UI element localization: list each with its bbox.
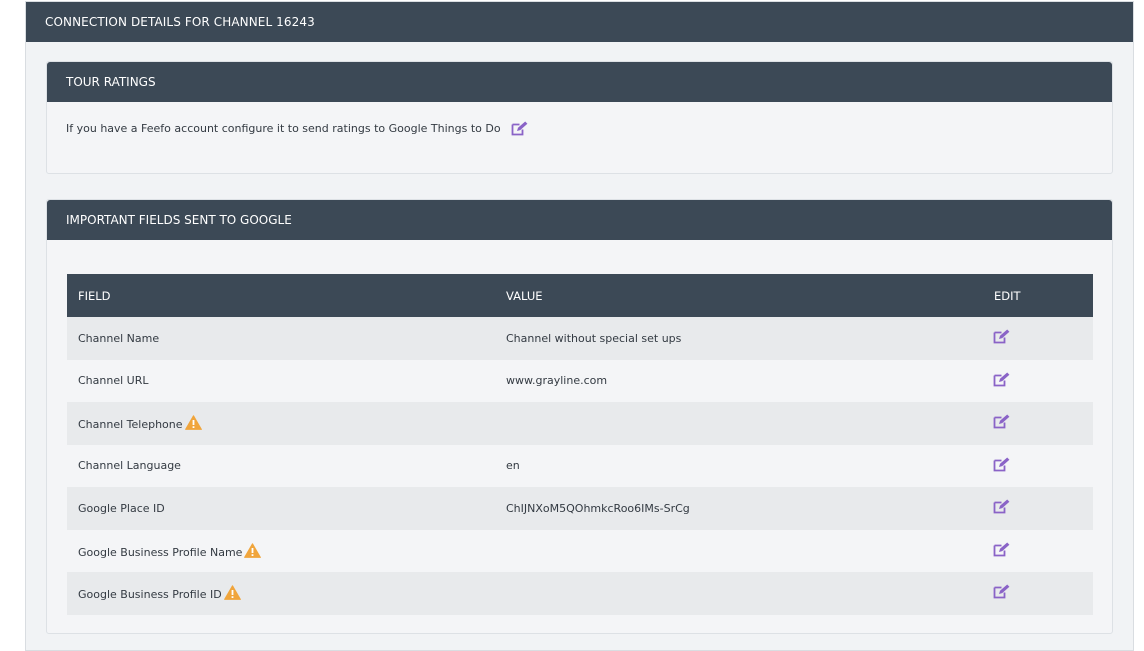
edit-cell	[983, 317, 1093, 360]
edit-icon[interactable]	[993, 329, 1010, 344]
tour-ratings-body: If you have a Feefo account configure it…	[47, 102, 1112, 136]
field-name: Google Business Profile ID	[78, 588, 222, 602]
value-cell: ChIJNXoM5QOhmkcRoo6IMs-SrCg	[506, 501, 690, 515]
field-name: Channel Language	[78, 459, 181, 473]
table-row: Channel Language en	[67, 444, 1093, 488]
connection-details-header: CONNECTION DETAILS FOR CHANNEL 16243	[26, 2, 1133, 42]
edit-icon[interactable]	[993, 499, 1010, 514]
tour-ratings-title: TOUR RATINGS	[66, 75, 156, 89]
warning-icon	[223, 585, 241, 601]
tour-ratings-text: If you have a Feefo account configure it…	[66, 122, 501, 135]
edit-cell	[983, 402, 1093, 445]
important-fields-panel: IMPORTANT FIELDS SENT TO GOOGLE FIELD VA…	[46, 199, 1113, 634]
column-header-field: FIELD	[78, 288, 111, 303]
column-header-edit: EDIT	[994, 288, 1021, 303]
value-cell	[495, 572, 983, 615]
edit-cell	[983, 487, 1093, 530]
edit-icon[interactable]	[511, 121, 528, 136]
edit-icon[interactable]	[993, 372, 1010, 387]
field-cell: Google Business Profile Name	[67, 530, 495, 573]
table-row: Channel URL www.grayline.com	[67, 359, 1093, 403]
edit-cell	[983, 530, 1093, 573]
value-cell: en	[506, 459, 520, 473]
table-header-row: FIELD VALUE EDIT	[67, 274, 1093, 317]
tour-ratings-panel: TOUR RATINGS If you have a Feefo account…	[46, 61, 1113, 174]
column-header-value: VALUE	[506, 288, 543, 303]
edit-icon[interactable]	[993, 542, 1010, 557]
field-cell: Channel Telephone	[67, 402, 495, 445]
field-cell: Channel Language	[67, 445, 495, 488]
important-fields-header: IMPORTANT FIELDS SENT TO GOOGLE	[47, 200, 1112, 240]
important-fields-title: IMPORTANT FIELDS SENT TO GOOGLE	[66, 213, 292, 227]
edit-icon[interactable]	[993, 584, 1010, 599]
connection-details-title: CONNECTION DETAILS FOR CHANNEL 16243	[45, 15, 315, 29]
field-name: Channel Telephone	[78, 418, 183, 432]
field-name: Channel URL	[78, 374, 149, 388]
table-row: Google Place ID ChIJNXoM5QOhmkcRoo6IMs-Sr…	[67, 487, 1093, 530]
field-cell: Google Business Profile ID	[67, 572, 495, 615]
fields-table-body: Channel Name Channel without special set …	[67, 317, 1093, 615]
warning-icon	[184, 415, 202, 431]
value-cell	[495, 530, 983, 573]
edit-cell	[983, 445, 1093, 488]
edit-icon[interactable]	[993, 457, 1010, 472]
value-cell	[495, 402, 983, 445]
table-row: Channel Name Channel without special set …	[67, 317, 1093, 360]
value-cell: Channel without special set ups	[506, 331, 682, 345]
field-name: Google Business Profile Name	[78, 545, 243, 559]
tour-ratings-header: TOUR RATINGS	[47, 62, 1112, 102]
field-cell: Channel Name	[67, 317, 495, 360]
connection-details-panel: CONNECTION DETAILS FOR CHANNEL 16243 TOU…	[25, 1, 1134, 651]
field-cell: Google Place ID	[67, 487, 495, 530]
value-cell: www.grayline.com	[506, 374, 608, 388]
warning-icon	[244, 543, 262, 558]
edit-cell	[983, 572, 1093, 615]
field-name: Google Place ID	[78, 501, 165, 515]
edit-cell	[983, 360, 1093, 403]
field-cell: Channel URL	[67, 360, 495, 403]
table-row: Google Business Profile ID	[67, 572, 1093, 615]
field-name: Channel Name	[78, 331, 160, 345]
fields-table: FIELD VALUE EDIT Channel Name Channel wit…	[67, 274, 1093, 615]
edit-icon[interactable]	[993, 414, 1010, 429]
table-row: Channel Telephone	[67, 402, 1093, 445]
table-row: Google Business Profile Name	[67, 529, 1093, 573]
